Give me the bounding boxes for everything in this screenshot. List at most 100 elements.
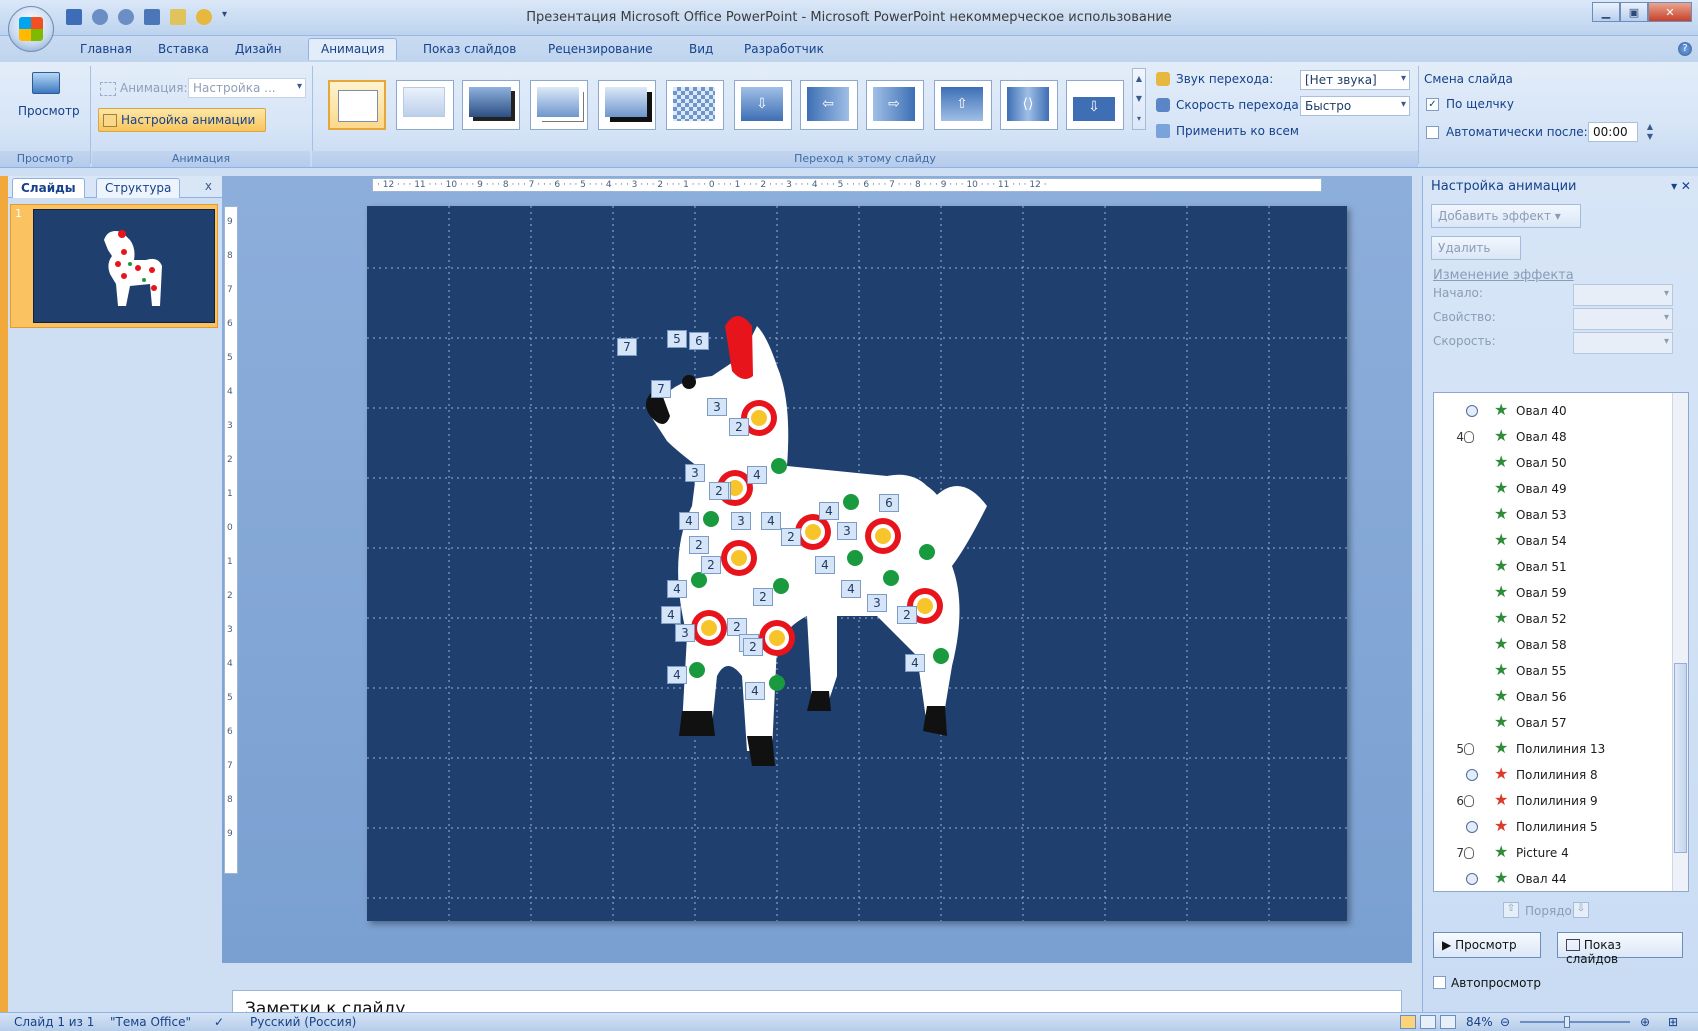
reorder-down-button[interactable]: ⇩ (1573, 902, 1589, 918)
gallery-scroll[interactable]: ▲ ▼ ▾ (1132, 68, 1146, 130)
animation-list-item[interactable]: ★ Овал 44 (1434, 867, 1672, 891)
animation-order-tag[interactable]: 2 (753, 588, 773, 606)
office-button[interactable] (8, 6, 54, 52)
animation-list-item[interactable]: ★ Овал 56 (1434, 685, 1672, 711)
reorder-up-button[interactable]: ⇧ (1503, 902, 1519, 918)
auto-after-spinner[interactable]: ▲ ▼ (1644, 122, 1656, 142)
tab-review[interactable]: Рецензирование (548, 42, 653, 56)
restore-button[interactable]: ▣ (1620, 2, 1648, 22)
animation-list-item[interactable]: ★ Овал 50 (1434, 451, 1672, 477)
animation-list-item[interactable]: 6 ★ Полилиния 9 (1434, 789, 1672, 815)
animation-order-tag[interactable]: 7 (617, 338, 637, 356)
transition-fade-black[interactable] (462, 80, 520, 130)
animation-order-tag[interactable]: 7 (651, 380, 671, 398)
animation-order-tag[interactable]: 2 (701, 556, 721, 574)
animation-list-item[interactable]: ★ Полилиния 5 (1434, 815, 1672, 841)
auto-after-checkbox[interactable] (1426, 126, 1439, 139)
fit-to-window-icon[interactable]: ⊞ (1668, 1015, 1678, 1029)
close-button[interactable]: ✕ (1648, 2, 1692, 22)
transition-none[interactable] (328, 80, 386, 130)
minimize-button[interactable]: ▁ (1592, 2, 1620, 22)
transition-wipe-up[interactable]: ⇧ (934, 80, 992, 130)
animation-list-item[interactable]: ★ Овал 57 (1434, 711, 1672, 737)
animation-order-tag[interactable]: 6 (689, 332, 709, 350)
transition-wipe-left[interactable]: ⇦ (800, 80, 858, 130)
animation-order-tag[interactable]: 4 (815, 556, 835, 574)
transition-cut-black[interactable] (598, 80, 656, 130)
tab-outline[interactable]: Структура (96, 178, 181, 198)
tab-home[interactable]: Главная (80, 42, 132, 56)
animation-list-item[interactable]: ★ Овал 54 (1434, 529, 1672, 555)
animation-order-tag[interactable]: 4 (745, 682, 765, 700)
tab-developer[interactable]: Разработчик (744, 42, 824, 56)
task-pane-close-icon[interactable]: ▾ ✕ (1671, 179, 1691, 193)
animation-order-tag[interactable]: 4 (841, 580, 861, 598)
zoom-in-icon[interactable]: ⊕ (1640, 1015, 1650, 1029)
animation-list-item[interactable]: ★ Овал 59 (1434, 581, 1672, 607)
transition-split[interactable]: ⟨⟩ (1000, 80, 1058, 130)
scrollbar-thumb[interactable] (1674, 663, 1687, 853)
animation-order-tag[interactable]: 4 (819, 502, 839, 520)
tab-slideshow[interactable]: Показ слайдов (423, 42, 516, 56)
animation-order-tag[interactable]: 4 (761, 512, 781, 530)
animation-list-scrollbar[interactable] (1672, 393, 1688, 891)
custom-animation-button[interactable]: Настройка анимации (98, 108, 266, 132)
animation-list-item[interactable]: 4 ★ Овал 48 (1434, 425, 1672, 451)
slideshow-button[interactable]: Показ слайдов (1557, 932, 1683, 966)
speed-combo[interactable] (1573, 332, 1673, 354)
spellcheck-icon[interactable]: ✓ (214, 1015, 224, 1029)
sorter-view-icon[interactable] (1420, 1015, 1436, 1029)
transition-push-down[interactable]: ⇩ (1066, 80, 1124, 130)
animation-order-tag[interactable]: 3 (731, 512, 751, 530)
animation-order-tag[interactable]: 4 (747, 466, 767, 484)
animation-order-tag[interactable]: 3 (685, 464, 705, 482)
preview-button[interactable]: Просмотр (8, 68, 84, 128)
slideshow-view-icon[interactable] (1440, 1015, 1456, 1029)
zoom-level[interactable]: 84% (1466, 1015, 1493, 1029)
transition-cut[interactable] (530, 80, 588, 130)
autopreview-checkbox[interactable] (1433, 976, 1446, 989)
animation-list-item[interactable]: ★ Овал 55 (1434, 659, 1672, 685)
language[interactable]: Русский (Россия) (250, 1015, 356, 1029)
slide-canvas[interactable]: 756732342443462432244243243232444 (367, 206, 1347, 921)
close-panel-button[interactable]: x (205, 179, 212, 193)
tab-animation[interactable]: Анимация (308, 38, 398, 60)
transition-wipe-down[interactable]: ⇩ (734, 80, 792, 130)
animation-combo[interactable]: Настройка ... (188, 78, 306, 98)
animation-order-tag[interactable]: 4 (667, 580, 687, 598)
animation-list-item[interactable]: ★ Овал 52 (1434, 607, 1672, 633)
transition-wipe-right[interactable]: ⇨ (866, 80, 924, 130)
animation-order-tag[interactable]: 6 (879, 494, 899, 512)
sound-combo[interactable]: [Нет звука] (1300, 70, 1410, 90)
animation-order-tag[interactable]: 4 (667, 666, 687, 684)
animation-list-item[interactable]: ★ Овал 40 (1434, 399, 1672, 425)
speed-combo[interactable]: Быстро (1300, 96, 1410, 116)
add-effect-button[interactable]: Добавить эффект ▾ (1431, 204, 1581, 228)
animation-order-tag[interactable]: 2 (781, 528, 801, 546)
animation-order-tag[interactable]: 5 (667, 330, 687, 348)
tab-slides[interactable]: Слайды (12, 178, 85, 198)
play-button[interactable]: ▶ Просмотр (1433, 932, 1541, 958)
start-combo[interactable] (1573, 284, 1673, 306)
animation-order-tag[interactable]: 3 (675, 624, 695, 642)
animation-list-item[interactable]: 5 ★ Полилиния 13 (1434, 737, 1672, 763)
animation-list-item[interactable]: ★ Овал 53 (1434, 503, 1672, 529)
animation-order-tag[interactable]: 2 (729, 418, 749, 436)
animation-list-item[interactable]: ★ Овал 51 (1434, 555, 1672, 581)
animation-order-tag[interactable]: 3 (867, 594, 887, 612)
transition-dissolve[interactable] (666, 80, 724, 130)
normal-view-icon[interactable] (1400, 1015, 1416, 1029)
transition-fade-smoothly[interactable] (396, 80, 454, 130)
animation-order-tag[interactable]: 2 (689, 536, 709, 554)
zoom-out-icon[interactable]: ⊖ (1500, 1015, 1510, 1029)
slide-thumbnail-item[interactable]: 1 (10, 204, 218, 328)
animation-order-tag[interactable]: 2 (709, 482, 729, 500)
zoom-slider[interactable] (1520, 1016, 1630, 1028)
animation-list-item[interactable]: ★ Овал 58 (1434, 633, 1672, 659)
remove-effect-button[interactable]: Удалить (1431, 236, 1521, 260)
animation-order-tag[interactable]: 2 (897, 606, 917, 624)
apply-all-button[interactable]: Применить ко всем (1176, 124, 1299, 138)
tab-insert[interactable]: Вставка (158, 42, 209, 56)
property-combo[interactable] (1573, 308, 1673, 330)
animation-order-tag[interactable]: 3 (837, 522, 857, 540)
